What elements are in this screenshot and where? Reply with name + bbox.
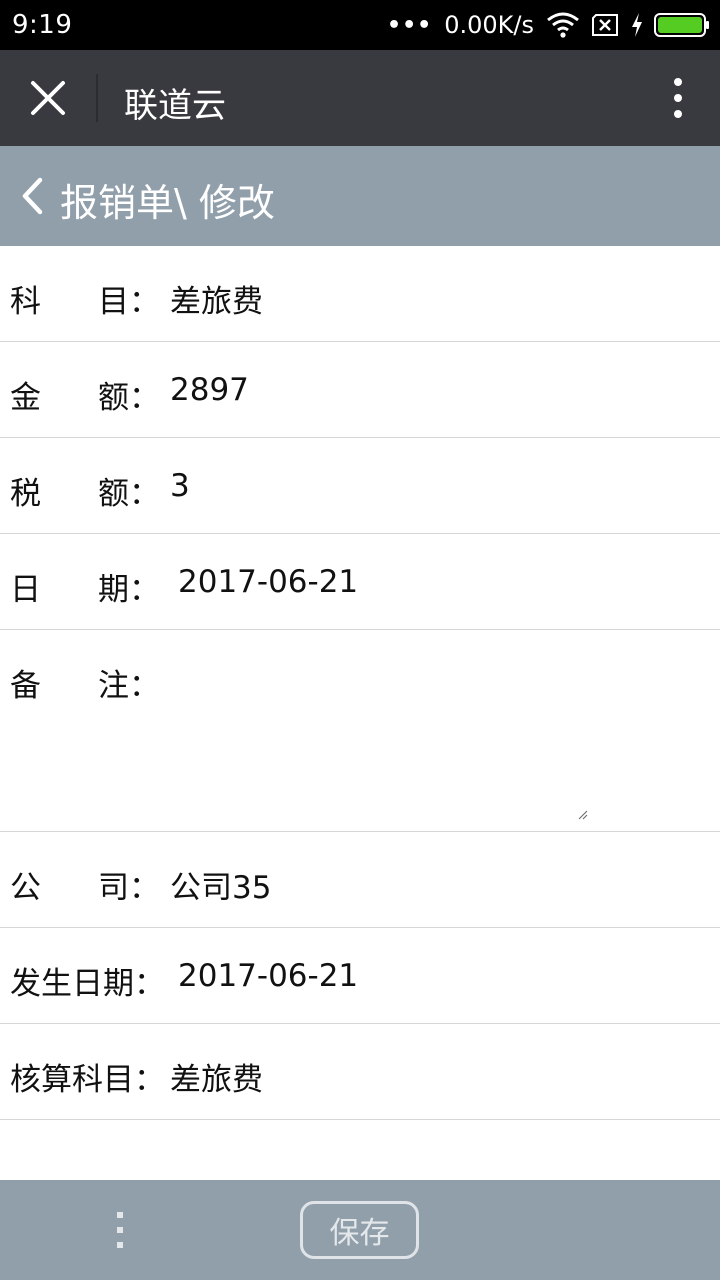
bottom-menu-button[interactable] — [114, 1212, 126, 1248]
more-vertical-icon — [117, 1212, 123, 1218]
back-button[interactable] — [12, 172, 52, 220]
status-time: 9:19 — [12, 10, 73, 40]
occur-date-value[interactable]: 2017-06-21 — [178, 958, 358, 994]
company-value[interactable]: 公司35 — [170, 862, 271, 907]
title-divider — [96, 74, 98, 122]
status-dots: ••• — [387, 12, 433, 38]
field-remark[interactable]: 备 注： — [0, 630, 720, 832]
bottom-toolbar: 保存 — [0, 1180, 720, 1280]
account-subject-value[interactable]: 差旅费 — [170, 1054, 263, 1099]
remark-textarea[interactable] — [160, 644, 590, 824]
field-account-subject[interactable]: 核算科目： 差旅费 — [0, 1024, 720, 1120]
status-indicators: ••• 0.00K/s — [387, 8, 710, 42]
network-speed: 0.00K/s — [444, 11, 534, 39]
reimbursement-form: 科 目： 差旅费 金 额： 2897 税 额： 3 日 期： 2017-06-2… — [0, 246, 720, 1120]
field-label: 发生日期： — [10, 966, 165, 1002]
field-label: 科 目： — [10, 284, 160, 320]
more-button[interactable] — [666, 74, 690, 122]
field-company[interactable]: 公 司： 公司35 — [0, 832, 720, 928]
wifi-icon — [546, 12, 580, 38]
field-label: 核算科目： — [10, 1062, 165, 1098]
field-label: 备 注： — [10, 668, 160, 704]
amount-value[interactable]: 2897 — [170, 372, 249, 408]
save-button[interactable]: 保存 — [300, 1201, 419, 1259]
charging-icon — [630, 12, 644, 38]
field-subject[interactable]: 科 目： 差旅费 — [0, 246, 720, 342]
resize-grip-icon[interactable] — [578, 810, 588, 820]
field-amount[interactable]: 金 额： 2897 — [0, 342, 720, 438]
field-date[interactable]: 日 期： 2017-06-21 — [0, 534, 720, 630]
more-vertical-icon — [674, 78, 682, 86]
date-value[interactable]: 2017-06-21 — [178, 564, 358, 600]
field-label: 金 额： — [10, 380, 160, 416]
field-label: 税 额： — [10, 476, 160, 512]
battery-icon — [654, 12, 710, 38]
field-tax[interactable]: 税 额： 3 — [0, 438, 720, 534]
page-title: 报销单\ 修改 — [60, 181, 275, 225]
field-label: 公 司： — [10, 870, 160, 906]
tax-value[interactable]: 3 — [170, 468, 190, 504]
sim-x-icon — [590, 13, 620, 37]
app-title: 联道云 — [124, 86, 226, 126]
close-button[interactable] — [20, 70, 76, 126]
field-occur-date[interactable]: 发生日期： 2017-06-21 — [0, 928, 720, 1024]
chevron-left-icon — [22, 177, 43, 215]
subject-value[interactable]: 差旅费 — [170, 276, 263, 321]
status-bar: 9:19 ••• 0.00K/s — [0, 0, 720, 50]
close-icon — [31, 81, 65, 115]
page-header: 报销单\ 修改 — [0, 146, 720, 246]
field-label: 日 期： — [10, 572, 160, 608]
title-bar: 联道云 — [0, 50, 720, 146]
